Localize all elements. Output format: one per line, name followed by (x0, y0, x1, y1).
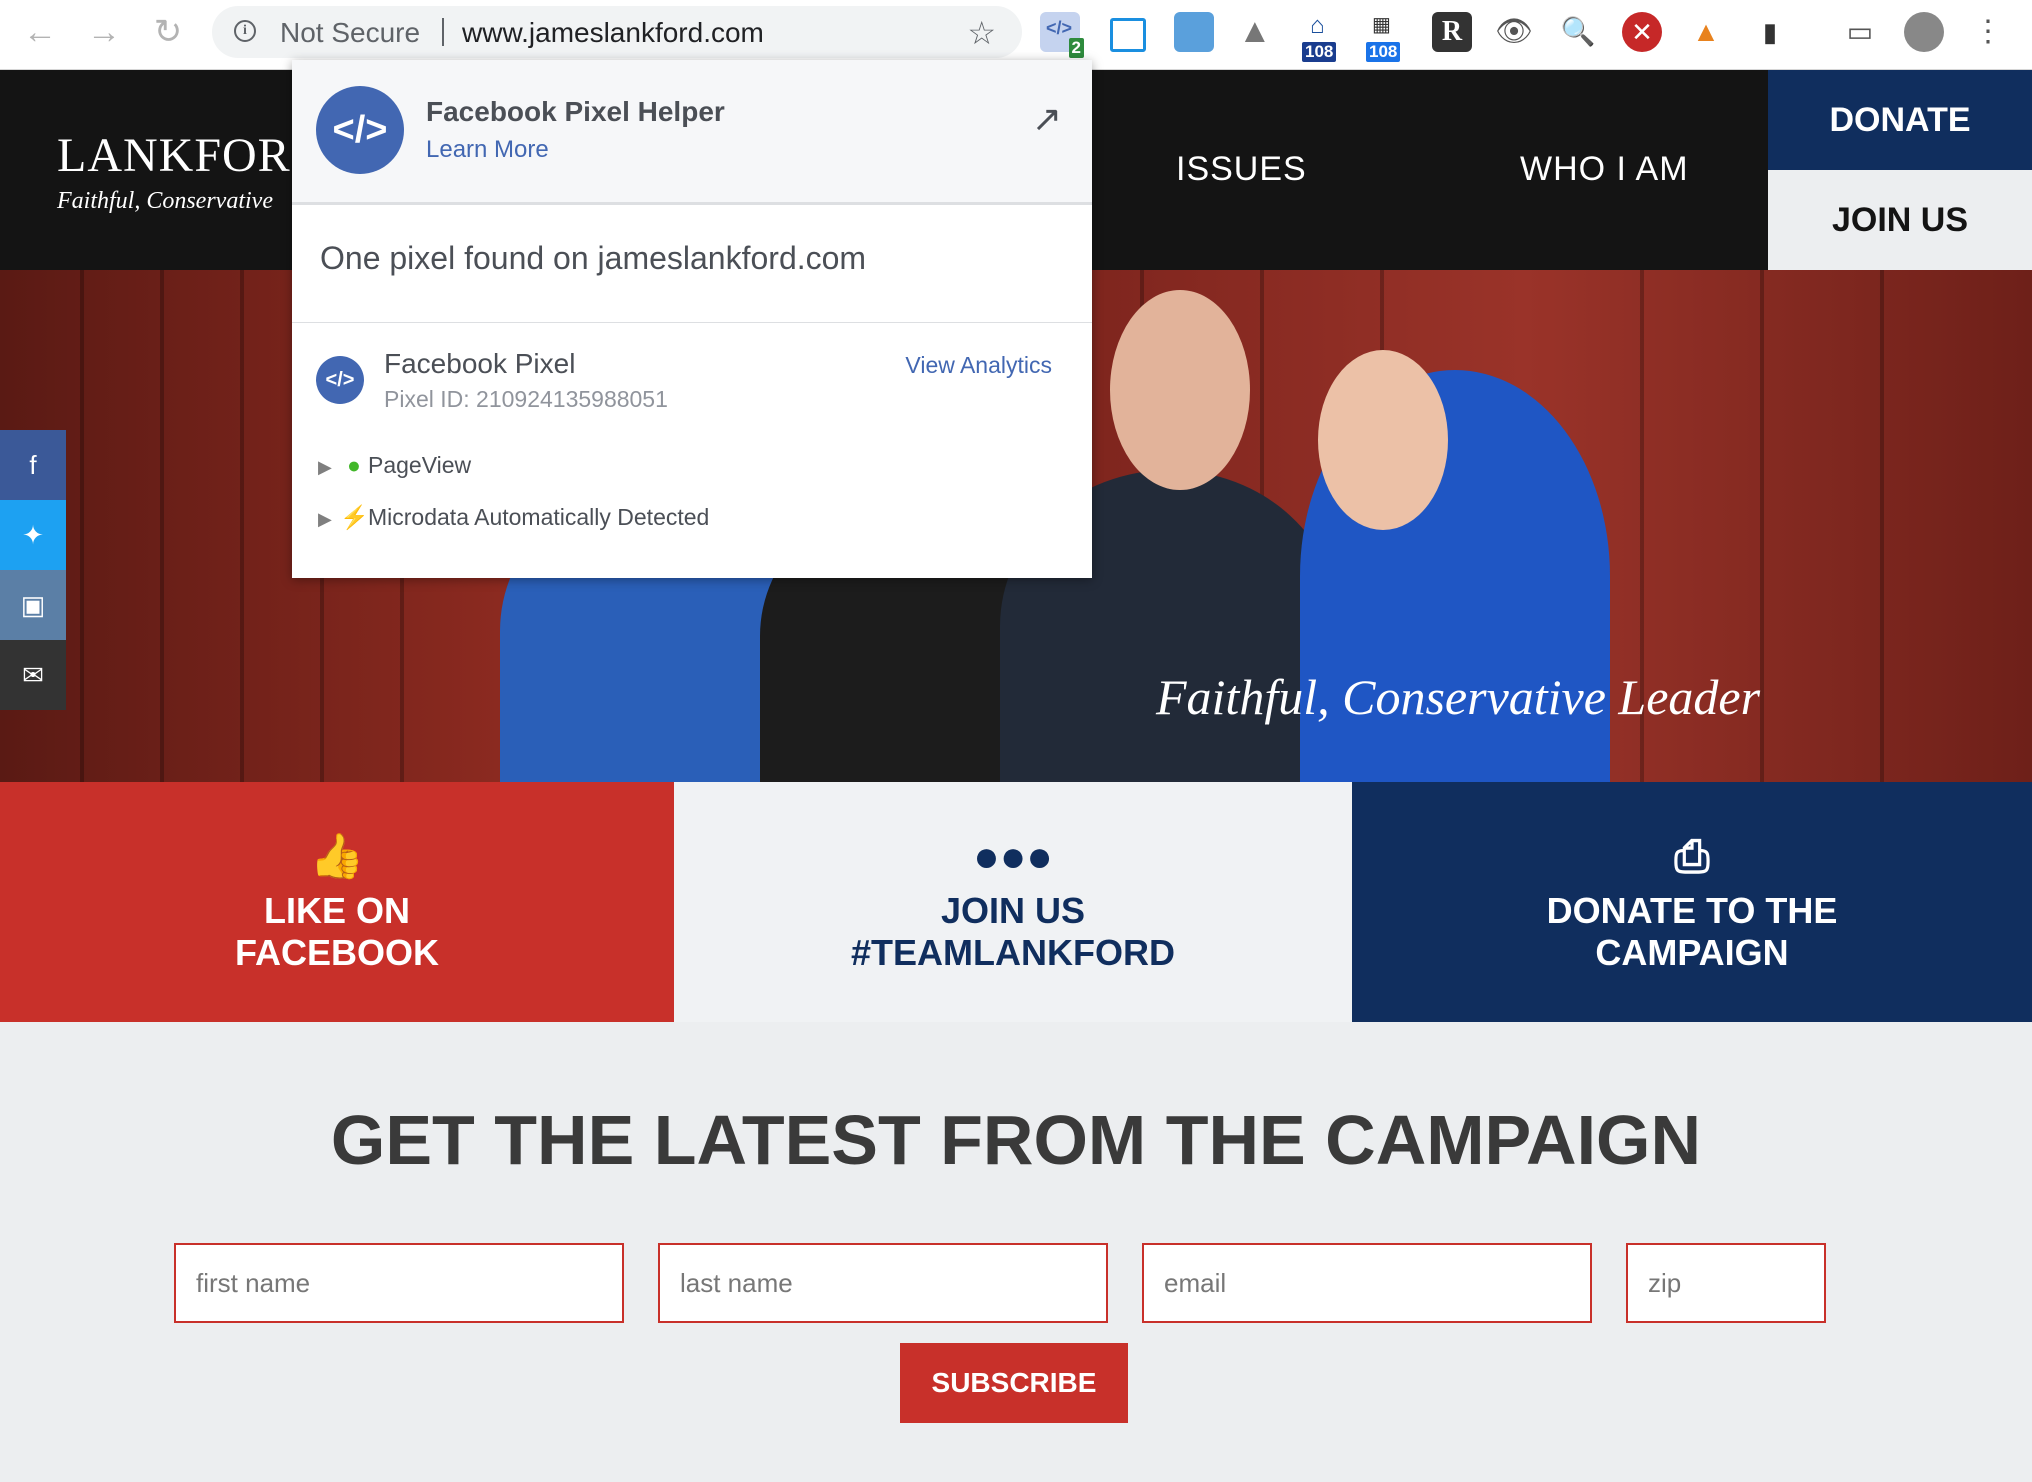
hero-face (1318, 350, 1448, 530)
divider (292, 322, 1092, 323)
event-label: PageView (368, 452, 472, 478)
popup-title: Facebook Pixel Helper (426, 96, 725, 127)
r-extension-icon[interactable]: R (1432, 12, 1472, 52)
event-pageview[interactable]: ▶ ● PageView (318, 452, 471, 479)
check-icon: ● (347, 452, 361, 478)
cta-join-team[interactable]: ●●● JOIN US #TEAMLANKFORD (674, 782, 1352, 1022)
event-microdata[interactable]: ▶ ⚡Microdata Automatically Detected (318, 504, 709, 531)
drive-icon[interactable]: ▲ (1238, 12, 1278, 52)
extension-badge: 2 (1068, 38, 1084, 58)
nav-who-i-am[interactable]: WHO I AM (1520, 150, 1689, 189)
extension-badge: 108 (1302, 42, 1337, 62)
thumbs-up-icon: 👍 (309, 832, 365, 881)
learn-more-link[interactable]: Learn More (426, 136, 549, 164)
donate-button[interactable]: DONATE (1768, 70, 2032, 170)
first-name-field[interactable] (174, 1243, 624, 1323)
reload-icon[interactable]: ↻ (148, 12, 188, 52)
cast-icon[interactable]: ▭ (1840, 12, 1880, 52)
cta-donate-campaign[interactable]: ⎙ DONATE TO THE CAMPAIGN (1352, 782, 2032, 1022)
cta-label: CAMPAIGN (1595, 932, 1789, 973)
bookmark-star-icon[interactable]: ☆ (967, 14, 996, 52)
eye-icon[interactable]: 👁 (1494, 12, 1534, 52)
lightning-icon: ⚡ (340, 504, 369, 530)
site-logo[interactable]: LANKFOR (57, 128, 291, 183)
email-share-icon[interactable]: ✉ (0, 640, 66, 710)
email-field[interactable] (1142, 1243, 1592, 1323)
twitter-share-icon[interactable]: ✦ (0, 500, 66, 570)
cta-label: FACEBOOK (234, 932, 439, 973)
screenshot-extension-icon[interactable] (1174, 12, 1214, 52)
join-us-button[interactable]: JOIN US (1768, 170, 2032, 270)
nav-issues[interactable]: ISSUES (1176, 150, 1307, 189)
money-icon: ⎙ (1674, 832, 1710, 881)
zip-field[interactable] (1626, 1243, 1826, 1323)
window-extension-icon[interactable] (1110, 18, 1146, 52)
pixel-name: Facebook Pixel (384, 348, 576, 379)
hero-caption: Faithful, Conservative Leader (1156, 669, 1761, 725)
qr-extension-icon[interactable]: ▦ 108 (1366, 12, 1406, 62)
instagram-share-icon[interactable]: ▣ (0, 570, 66, 640)
signup-heading: GET THE LATEST FROM THE CAMPAIGN (330, 1101, 1702, 1179)
facebook-share-icon[interactable]: f (0, 430, 66, 500)
group-icon: ●●● (973, 832, 1053, 881)
fox-icon[interactable]: ▲ (1686, 12, 1726, 52)
address-bar[interactable]: i Not Secure www.jameslankford.com ☆ (212, 6, 1022, 58)
hero-face (1110, 290, 1250, 490)
view-analytics-link[interactable]: View Analytics (905, 352, 1052, 379)
cta-label: DONATE TO THE (1546, 890, 1838, 931)
menu-kebab-icon[interactable]: ⋮ (1968, 12, 2008, 52)
security-label: Not Secure (280, 17, 421, 48)
extension-badge: 108 (1366, 42, 1401, 62)
cta-label: JOIN US (940, 890, 1086, 931)
pixel-found-summary: One pixel found on jameslankford.com (320, 240, 867, 276)
inspect-icon[interactable]: 🔍 (1558, 12, 1598, 52)
subscribe-button[interactable]: SUBSCRIBE (900, 1343, 1128, 1423)
expand-triangle-icon[interactable]: ▶ (318, 509, 340, 530)
pixel-icon: </> (316, 356, 364, 404)
last-name-field[interactable] (658, 1243, 1108, 1323)
site-tagline: Faithful, Conservative (57, 188, 273, 214)
address-divider (442, 18, 444, 46)
url-text[interactable]: www.jameslankford.com (462, 17, 764, 49)
cta-label: LIKE ON (263, 890, 410, 931)
pixel-helper-popup: </> Facebook Pixel Helper Learn More ↗ O… (292, 60, 1092, 578)
back-icon[interactable]: ← (20, 12, 60, 52)
pixel-id: Pixel ID: 210924135988051 (384, 386, 668, 412)
home-extension-icon[interactable]: ⌂ 108 (1302, 12, 1342, 62)
forward-icon[interactable]: → (84, 12, 124, 52)
popup-header: </> Facebook Pixel Helper Learn More ↗ (292, 60, 1092, 205)
info-icon[interactable]: i (234, 20, 256, 42)
cta-like-facebook[interactable]: 👍 LIKE ON FACEBOOK (0, 782, 674, 1022)
device-icon[interactable]: ▮ (1750, 12, 1790, 52)
cta-label: #TEAMLANKFORD (851, 932, 1175, 973)
pixel-helper-extension-icon[interactable]: </> 2 (1040, 12, 1084, 58)
expand-triangle-icon[interactable]: ▶ (318, 457, 340, 478)
event-label: Microdata Automatically Detected (368, 504, 710, 530)
pixel-helper-logo-icon: </> (316, 86, 404, 174)
profile-avatar[interactable] (1904, 12, 1944, 52)
blocker-icon[interactable]: ✕ (1622, 12, 1662, 52)
external-link-icon[interactable]: ↗ (1032, 98, 1062, 140)
